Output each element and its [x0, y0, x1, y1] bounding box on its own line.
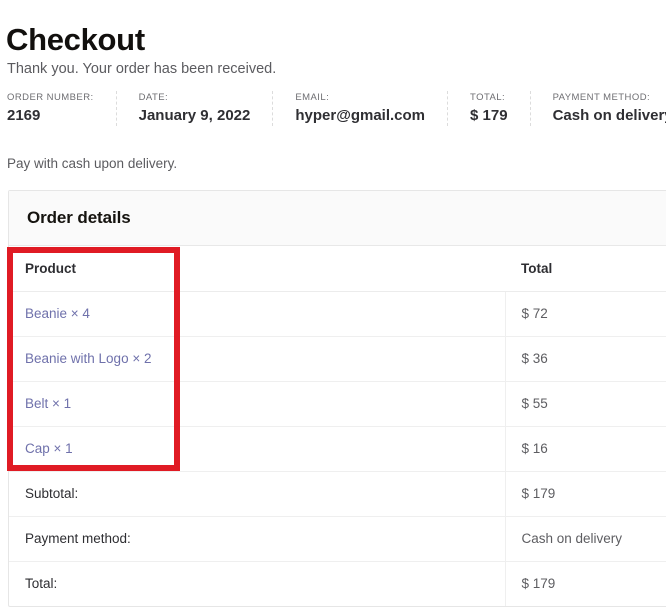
order-table-footer: Subtotal: $ 179 Payment method: Cash on …: [9, 470, 666, 606]
order-payment-method: PAYMENT METHOD: Cash on delivery: [531, 91, 666, 126]
product-link[interactable]: Beanie with Logo × 2: [25, 351, 151, 366]
order-email: EMAIL: hyper@gmail.com: [273, 91, 449, 126]
product-link[interactable]: Belt × 1: [25, 396, 71, 411]
column-header-product: Product: [9, 246, 505, 292]
order-date-value: January 9, 2022: [138, 107, 251, 124]
column-header-total: Total: [505, 246, 666, 292]
order-email-label: EMAIL:: [295, 92, 330, 103]
product-link[interactable]: Cap × 1: [25, 441, 73, 456]
product-total-cell: $ 36: [504, 336, 666, 382]
product-cell: Beanie × 4: [9, 291, 505, 337]
table-row: Beanie with Logo × 2 $ 36: [9, 336, 666, 382]
payment-method-value: Cash on delivery: [504, 515, 666, 561]
order-number-value: 2169: [7, 107, 41, 124]
order-details-panel: Order details Product Total Beanie × 4 $…: [8, 190, 666, 607]
order-total-value: $ 179: [470, 107, 508, 124]
order-table-body: Beanie × 4 $ 72 Beanie with Logo × 2 $ 3…: [9, 291, 666, 472]
order-total: TOTAL: $ 179: [448, 91, 531, 126]
order-total-label: TOTAL:: [470, 92, 506, 103]
table-row: Beanie × 4 $ 72: [9, 291, 666, 337]
product-link[interactable]: Beanie × 4: [25, 306, 90, 321]
order-info-bar: ORDER NUMBER: 2169 DATE: January 9, 2022…: [7, 91, 666, 126]
payment-instruction-note: Pay with cash upon delivery.: [7, 156, 178, 171]
table-row: Cap × 1 $ 16: [9, 426, 666, 472]
subtotal-label: Subtotal:: [9, 470, 505, 516]
product-total-cell: $ 55: [504, 381, 666, 427]
order-details-header: Order details: [9, 191, 666, 246]
order-date-label: DATE:: [138, 92, 169, 103]
total-label: Total:: [9, 560, 505, 606]
checkout-page: Checkout Thank you. Your order has been …: [0, 0, 666, 607]
total-value: $ 179: [504, 560, 666, 606]
order-payment-method-label: PAYMENT METHOD:: [552, 92, 651, 103]
order-date: DATE: January 9, 2022: [117, 91, 274, 126]
order-payment-method-value: Cash on delivery: [552, 107, 666, 124]
order-received-message: Thank you. Your order has been received.: [7, 61, 277, 77]
order-table-head: Product Total: [9, 246, 666, 292]
product-total-cell: $ 16: [504, 426, 666, 472]
summary-row-payment-method: Payment method: Cash on delivery: [9, 515, 666, 561]
product-total-cell: $ 72: [504, 291, 666, 337]
order-number: ORDER NUMBER: 2169: [7, 91, 117, 126]
order-details-table: Product Total Beanie × 4 $ 72 Beanie wit…: [9, 246, 666, 606]
page-title: Checkout: [6, 21, 145, 57]
table-header-row: Product Total: [9, 246, 666, 292]
summary-row-subtotal: Subtotal: $ 179: [9, 470, 666, 516]
summary-row-total: Total: $ 179: [9, 560, 666, 606]
product-cell: Cap × 1: [9, 426, 505, 472]
subtotal-value: $ 179: [504, 470, 666, 516]
table-row: Belt × 1 $ 55: [9, 381, 666, 427]
order-email-value: hyper@gmail.com: [295, 107, 426, 124]
payment-method-label: Payment method:: [9, 515, 505, 561]
product-cell: Beanie with Logo × 2: [9, 336, 505, 382]
product-cell: Belt × 1: [9, 381, 505, 427]
order-details-title: Order details: [27, 208, 131, 227]
order-number-label: ORDER NUMBER:: [7, 92, 94, 103]
